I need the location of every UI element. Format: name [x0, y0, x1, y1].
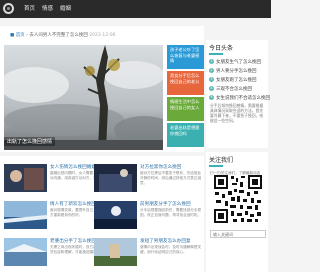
promo-tile-3[interactable]: 情感生活中怎么挽回自己的女人 — [167, 97, 204, 121]
article-desc: 感情中出现误会时，及时沟通解释是关键，用行动证明自己的真心。 — [140, 245, 202, 254]
sidebar-top-list: 今日头条 1 女朋友生气了怎么挽回 2 男人要分手怎么挽回 3 女朋友跑了怎么挽回 4… — [206, 40, 270, 148]
sidebar-list-item[interactable]: 2 男人要分手怎么挽回 — [206, 66, 268, 75]
article-desc: 分手后想要挽回前任，需要找到分手原因，改正自身问题，再寻找合适时机。 — [140, 208, 202, 217]
hero-tree-photo — [4, 45, 163, 150]
article-thumb[interactable] — [94, 238, 137, 266]
breadcrumb-date: 2023-12-06 — [89, 33, 116, 38]
hero-image[interactable]: 出轨了怎么挽回感情 — [4, 45, 163, 150]
site-logo-icon[interactable] — [3, 3, 14, 14]
hero-caption[interactable]: 出轨了怎么挽回感情 — [4, 137, 56, 146]
article-item: 对方拉黑你怎么挽回 被对方拉黑后不要急于联系，先给彼此冷静的时间，然后通过其他方… — [90, 160, 204, 196]
breadcrumb-current: 去人间男人不完整了怎么挽回 — [29, 33, 88, 38]
follow-card: 关注我们 扫一扫关注我们，了解最新动态 — [206, 152, 268, 272]
article-item: 发短了男朋友怎么办回复 感情中出现误会时，及时沟通解释是关键，用行动证明自己的真… — [90, 234, 204, 270]
breadcrumb-home[interactable]: 首页 — [16, 33, 25, 38]
article-title[interactable]: 对方拉黑你怎么挽回 — [140, 164, 181, 170]
article-title[interactable]: 发短了男朋友怎么办回复 — [140, 238, 191, 244]
sidebar-excerpt: 分手后如何挽回感情，需要根据具体情况采取合适的方法。首先要冷静下来，不要急于挽回… — [210, 103, 264, 123]
sidebar-list-item[interactable]: 5 女生说我们不合适怎么挽回 — [206, 93, 270, 102]
sidebar-list-item[interactable]: 3 女朋友跑了怎么挽回 — [206, 75, 268, 84]
article-desc: 被对方拉黑后不要急于联系，先给彼此冷静的时间，然后通过其他方式表达诚意。 — [140, 171, 202, 185]
nav-marriage[interactable]: 婚姻 — [60, 5, 71, 13]
title-underline — [209, 53, 223, 55]
article-thumb[interactable] — [94, 201, 137, 229]
nav-home[interactable]: 首页 — [24, 5, 35, 13]
qr-code-icon — [214, 175, 262, 223]
breadcrumb: ■ 首页 › 去人间男人不完整了怎么挽回 2023-12-06 — [10, 33, 116, 38]
promo-tile-4[interactable]: 老婆出轨是想跟你挽回吗 — [167, 123, 204, 147]
promo-tile-2[interactable]: 男女分手后怎么挽回自己的老公 — [167, 71, 204, 95]
article-thumb[interactable] — [94, 164, 137, 192]
article-item: 前男朋友分手了怎么挽回 分手后想要挽回前任，需要找到分手原因，改正自身问题，再寻… — [90, 197, 204, 233]
article-thumb[interactable] — [4, 201, 47, 229]
sidebar-list-item[interactable]: 4 三观不合怎么挽回 — [206, 84, 268, 93]
follow-title: 关注我们 — [209, 157, 234, 164]
sidebar-title: 今日头条 — [209, 45, 234, 52]
article-thumb[interactable] — [4, 238, 47, 266]
top-navbar — [0, 0, 271, 18]
article-thumb[interactable] — [4, 164, 47, 192]
promo-tile-1[interactable]: 孩子老公吵了怎么恢复与老婆感情 — [167, 45, 204, 69]
title-underline — [209, 165, 223, 167]
search-input[interactable] — [210, 230, 266, 238]
article-title[interactable]: 前男朋友分手了怎么挽回 — [140, 201, 191, 207]
sidebar-list-item[interactable]: 1 女朋友生气了怎么挽回 — [206, 57, 268, 66]
nav-emotion[interactable]: 情感 — [42, 5, 53, 13]
